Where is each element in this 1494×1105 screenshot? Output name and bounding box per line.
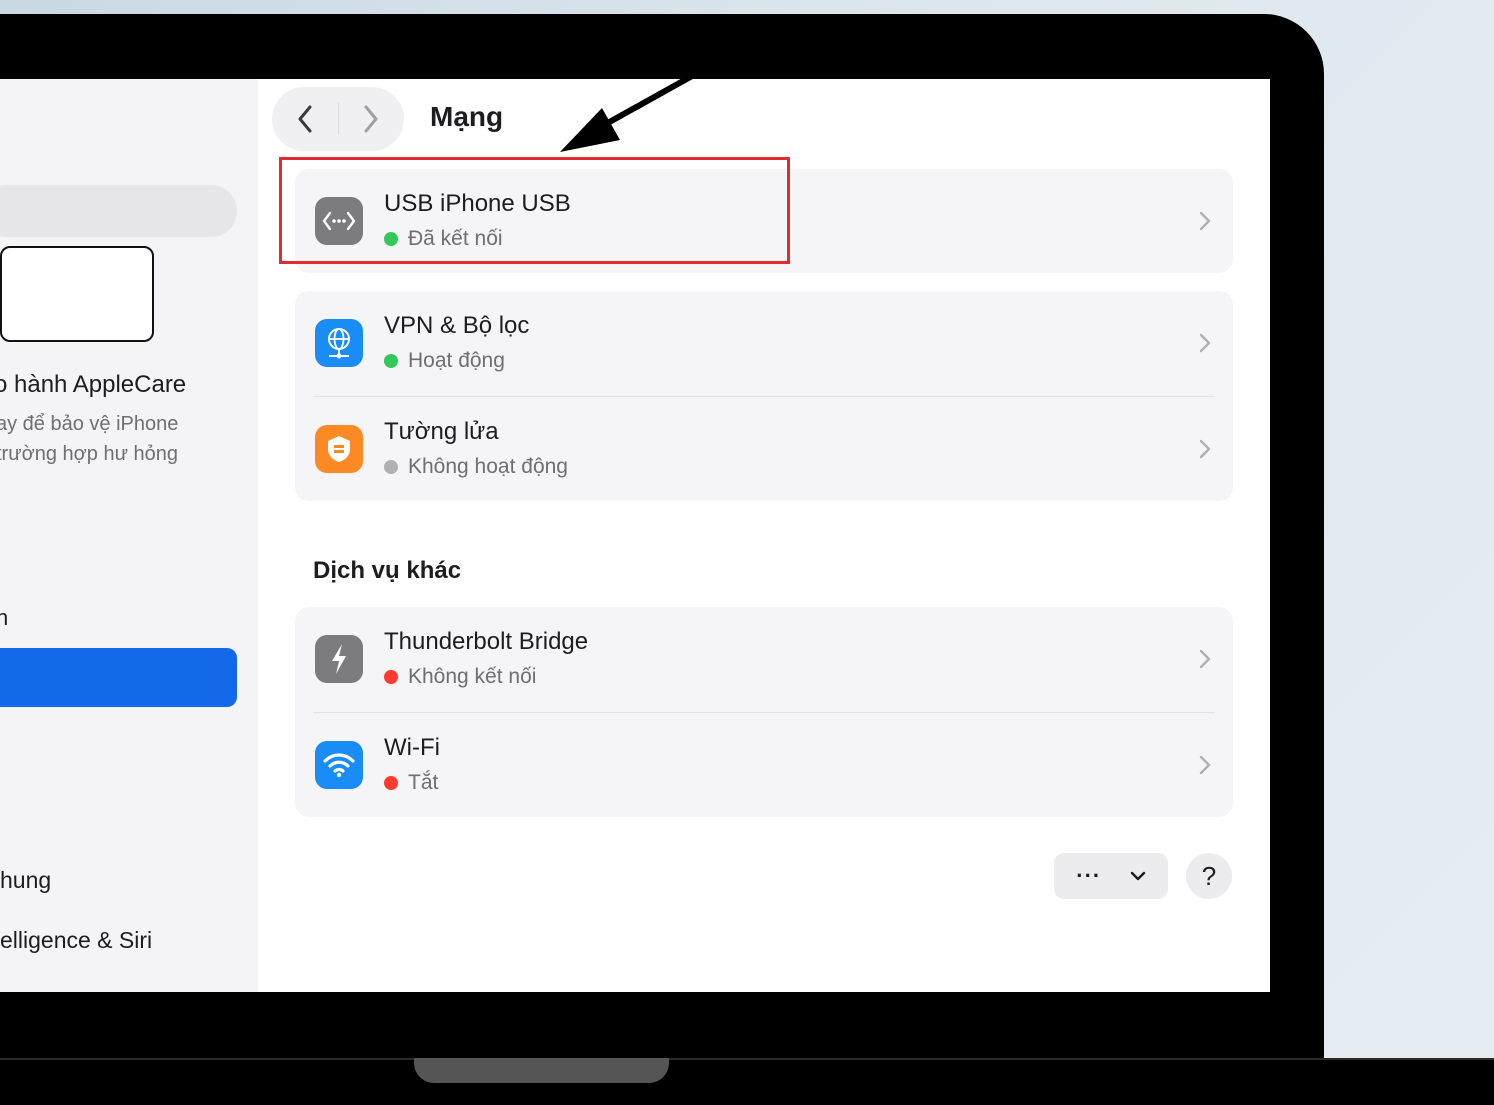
group-other-services: Thunderbolt Bridge Không kết nối Wi-Fi T… (295, 607, 1233, 817)
row-status: Không hoạt động (384, 455, 568, 479)
row-firewall[interactable]: Tường lửa Không hoạt động (295, 397, 1233, 501)
status-dot-active (384, 354, 398, 368)
chevron-down-icon (1130, 871, 1145, 881)
status-text: Hoạt động (408, 349, 505, 372)
status-dot-inactive (384, 460, 398, 474)
highlight-rectangle (279, 157, 790, 264)
laptop-base (0, 1058, 1494, 1105)
ellipsis-icon: ··· (1076, 863, 1102, 888)
section-heading-other-services: Dịch vụ khác (313, 557, 462, 584)
firewall-shield-icon (315, 425, 363, 473)
row-title: VPN & Bộ lọc (384, 312, 530, 339)
laptop-base-edge (0, 1058, 1494, 1060)
chevron-right-icon (364, 105, 378, 133)
sidebar-search-field[interactable] (0, 185, 237, 237)
chevron-right-icon (1199, 649, 1211, 669)
wifi-icon (315, 741, 363, 789)
chevron-left-icon (298, 105, 312, 133)
sidebar: o hành AppleCare ay để bảo vệ iPhone trư… (0, 79, 259, 992)
row-title: Wi-Fi (384, 734, 440, 761)
sidebar-item-siri[interactable]: elligence & Siri (0, 927, 152, 954)
row-title: Thunderbolt Bridge (384, 628, 589, 655)
forward-button[interactable] (338, 87, 404, 151)
back-button[interactable] (272, 87, 338, 151)
status-dot-off (384, 776, 398, 790)
sidebar-item-partial[interactable]: n (0, 605, 8, 631)
globe-network-icon (315, 319, 363, 367)
group-vpn-firewall: VPN & Bộ lọc Hoạt động Tường lửa Không h… (295, 291, 1233, 501)
row-status: Không kết nối (384, 665, 536, 689)
pointer-arrow-icon (560, 73, 695, 152)
status-text: Không hoạt động (408, 455, 568, 478)
chevron-right-icon (1199, 211, 1211, 231)
chevron-right-icon (1199, 333, 1211, 353)
applecare-desc-line-1: ay để bảo vệ iPhone (0, 413, 179, 435)
chevron-right-icon (1199, 439, 1211, 459)
thunderbolt-icon (315, 635, 363, 683)
sidebar-item-general[interactable]: hung (0, 867, 51, 894)
status-dot-disconnected (384, 670, 398, 684)
chevron-right-icon (1199, 755, 1211, 775)
sidebar-item-network-selected[interactable] (0, 648, 237, 707)
row-title: Tường lửa (384, 418, 499, 445)
status-text: Tắt (408, 771, 439, 794)
row-status: Hoạt động (384, 349, 505, 373)
row-thunderbolt-bridge[interactable]: Thunderbolt Bridge Không kết nối (295, 607, 1233, 711)
row-wifi[interactable]: Wi-Fi Tắt (295, 713, 1233, 817)
more-actions-popup-button[interactable]: ··· (1054, 853, 1168, 899)
applecare-description: ay để bảo vệ iPhone trường hợp hư hỏng (0, 409, 178, 469)
applecare-title[interactable]: o hành AppleCare (0, 371, 186, 399)
sidebar-account-box[interactable] (0, 246, 154, 342)
help-button[interactable]: ? (1186, 853, 1232, 899)
status-text: Không kết nối (408, 665, 537, 688)
nav-controls (272, 87, 404, 151)
page-title: Mạng (430, 101, 504, 132)
applecare-desc-line-2: trường hợp hư hỏng (0, 443, 179, 465)
row-status: Tắt (384, 771, 438, 795)
laptop-hinge-notch (414, 1058, 669, 1083)
row-vpn-filter[interactable]: VPN & Bộ lọc Hoạt động (295, 291, 1233, 395)
